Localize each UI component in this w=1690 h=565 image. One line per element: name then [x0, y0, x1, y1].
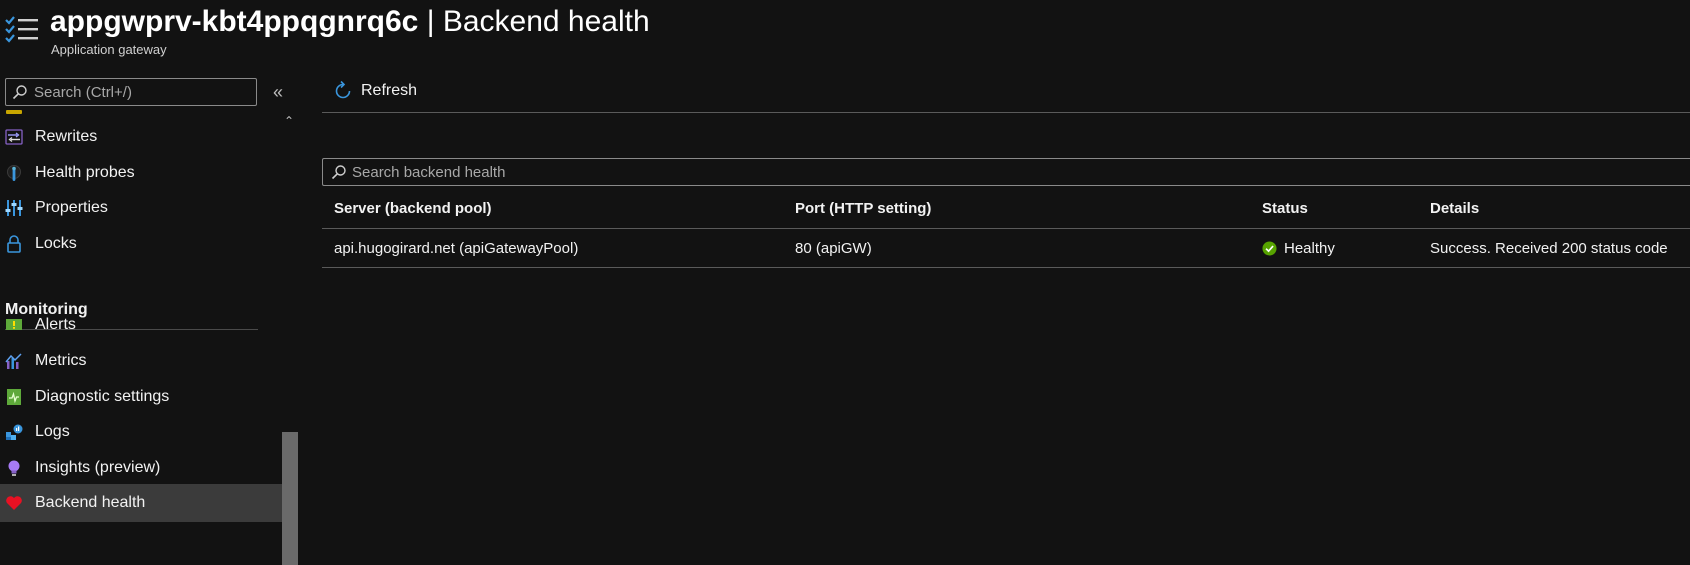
- resource-type-subtitle: Application gateway: [51, 42, 167, 57]
- sidebar-item-label: Logs: [35, 423, 70, 440]
- diagnostic-settings-icon: [7, 389, 21, 405]
- sidebar-item-label: Rewrites: [35, 128, 98, 145]
- heart-icon: [6, 496, 22, 510]
- search-icon: [331, 165, 346, 180]
- double-chevron-left-icon[interactable]: «: [268, 82, 288, 102]
- sidebar-item-label: Health probes: [35, 164, 135, 181]
- sidebar-item-insights[interactable]: Insights (preview): [0, 449, 282, 487]
- status-text: Healthy: [1284, 239, 1335, 257]
- menu-search-box[interactable]: [5, 78, 257, 106]
- sidebar-item-label: Locks: [35, 235, 77, 252]
- refresh-label: Refresh: [361, 82, 418, 99]
- column-header-server[interactable]: Server (backend pool): [334, 189, 492, 228]
- sidebar-item-locks[interactable]: Locks: [0, 225, 282, 263]
- sidebar-item-backend-health[interactable]: Backend health: [0, 484, 282, 522]
- sidebar-item-label: Metrics: [35, 352, 87, 369]
- grid-header-row: Server (backend pool) Port (HTTP setting…: [322, 189, 1690, 229]
- blade-name: Backend health: [442, 5, 650, 38]
- main-content: Refresh Server (backend pool) Port (HTTP…: [322, 66, 1690, 565]
- cell-server: api.hugogirard.net (apiGatewayPool): [334, 239, 579, 257]
- health-probe-icon: [7, 165, 21, 181]
- alert-icon: [6, 319, 22, 330]
- table-row[interactable]: api.hugogirard.net (apiGatewayPool) 80 (…: [322, 229, 1690, 268]
- rewrites-icon: [5, 129, 23, 145]
- cell-port: 80 (apiGW): [795, 239, 872, 257]
- sidebar-item-label: Backend health: [35, 494, 146, 511]
- healthy-check-icon: [1262, 240, 1277, 256]
- sidebar-item-diagnostic-settings[interactable]: Diagnostic settings: [0, 378, 282, 416]
- cell-details: Success. Received 200 status code: [1430, 239, 1668, 257]
- cell-status: Healthy: [1262, 229, 1335, 267]
- sidebar-item-label: Diagnostic settings: [35, 388, 170, 405]
- sidebar-item-metrics[interactable]: Metrics: [0, 342, 282, 380]
- resource-name: appgwprv-kbt4ppqgnrq6c: [50, 5, 419, 38]
- partial-menu-item-icon: [6, 110, 22, 114]
- menu-search-input[interactable]: [34, 79, 254, 105]
- sidebar-item-properties[interactable]: Properties: [0, 189, 282, 227]
- lock-icon: [7, 235, 21, 253]
- sidebar-item-label: Insights (preview): [35, 459, 161, 476]
- metrics-icon: [5, 353, 22, 369]
- title-separator: |: [418, 5, 443, 38]
- sidebar-item-alerts[interactable]: Alerts: [0, 306, 282, 344]
- column-header-status[interactable]: Status: [1262, 189, 1308, 228]
- backend-health-grid: Server (backend pool) Port (HTTP setting…: [322, 189, 1690, 268]
- logs-icon: [6, 424, 23, 440]
- menu-list-icon: [5, 16, 38, 43]
- sidebar-item-health-probes[interactable]: Health probes: [0, 154, 282, 192]
- resource-menu: « ⌃ Rewrites Health probes Pr: [0, 66, 298, 565]
- sidebar-item-rewrites[interactable]: Rewrites: [0, 118, 282, 156]
- insights-bulb-icon: [8, 460, 20, 476]
- refresh-icon: [335, 80, 351, 99]
- backend-health-search-input[interactable]: [352, 159, 1682, 185]
- search-icon: [12, 85, 27, 100]
- sidebar-item-label: Alerts: [35, 316, 76, 333]
- scroll-up-arrow-icon[interactable]: ⌃: [282, 114, 296, 128]
- menu-scrollbar-thumb[interactable]: [282, 432, 298, 565]
- page-title: appgwprv-kbt4ppqgnrq6c | Backend health: [50, 2, 650, 42]
- command-bar: Refresh: [322, 66, 1690, 113]
- page-header: appgwprv-kbt4ppqgnrq6c | Backend health …: [0, 0, 1690, 64]
- column-header-details[interactable]: Details: [1430, 189, 1479, 228]
- sidebar-item-label: Properties: [35, 199, 108, 216]
- sidebar-item-logs[interactable]: Logs: [0, 413, 282, 451]
- column-header-port[interactable]: Port (HTTP setting): [795, 189, 931, 228]
- backend-health-search-box[interactable]: [322, 158, 1690, 186]
- properties-icon: [5, 200, 23, 216]
